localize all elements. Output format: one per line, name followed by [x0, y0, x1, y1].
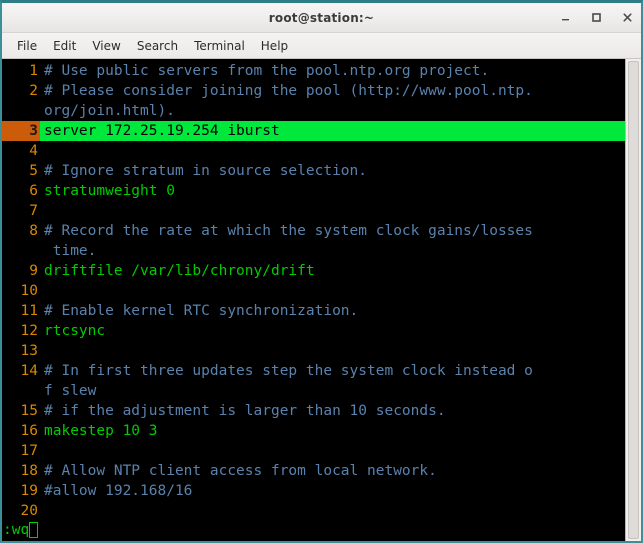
line-text: # Please consider joining the pool (http… — [44, 83, 533, 99]
line-number: 6 — [29, 183, 38, 199]
editor-line[interactable]: f slew — [2, 381, 625, 401]
line-number: 5 — [29, 163, 38, 179]
line-text: rtcsync — [44, 323, 106, 339]
editor-line[interactable]: org/join.html). — [2, 101, 625, 121]
line-text: driftfile /var/lib/chrony/drift — [44, 263, 315, 279]
line-number: 14 — [20, 363, 38, 379]
line-number: 11 — [20, 303, 38, 319]
editor-line[interactable]: 2 # Please consider joining the pool (htt… — [2, 81, 625, 101]
menu-item-terminal[interactable]: Terminal — [186, 37, 253, 55]
line-number: 4 — [29, 143, 38, 159]
menu-item-help[interactable]: Help — [253, 37, 296, 55]
editor-line[interactable]: 16 makestep 10 3 — [2, 421, 625, 441]
line-text: # Allow NTP client access from local net… — [44, 463, 437, 479]
line-number: 9 — [29, 263, 38, 279]
line-text: org/join.html). — [44, 103, 175, 119]
line-number: 8 — [29, 223, 38, 239]
terminal-area: 1 # Use public servers from the pool.ntp.… — [2, 59, 641, 541]
line-text: server 172.25.19.254 iburst — [40, 121, 625, 141]
line-number: 19 — [20, 483, 38, 499]
editor-line[interactable]: 6 stratumweight 0 — [2, 181, 625, 201]
menu-item-file[interactable]: File — [9, 37, 45, 55]
line-text: makestep 10 3 — [44, 423, 158, 439]
menu-bar: File Edit View Search Terminal Help — [2, 33, 641, 59]
text-cursor — [29, 522, 39, 538]
line-text: # In first three updates step the system… — [44, 363, 533, 379]
editor-line[interactable]: 18 # Allow NTP client access from local n… — [2, 461, 625, 481]
line-number: 18 — [20, 463, 38, 479]
line-number: 12 — [20, 323, 38, 339]
line-text: # if the adjustment is larger than 10 se… — [44, 403, 446, 419]
line-text: f slew — [44, 383, 97, 399]
line-text: #allow 192.168/16 — [44, 483, 193, 499]
line-text: # Use public servers from the pool.ntp.o… — [44, 63, 490, 79]
terminal-window: root@station:~ File Edit View Search Ter… — [0, 0, 643, 543]
vim-editor-buffer[interactable]: 1 # Use public servers from the pool.ntp.… — [2, 59, 625, 541]
editor-line[interactable]: 13 — [2, 341, 625, 361]
line-text: # Record the rate at which the system cl… — [44, 223, 533, 239]
editor-line[interactable]: 17 — [2, 441, 625, 461]
window-title: root@station:~ — [268, 10, 375, 25]
editor-line[interactable]: time. — [2, 241, 625, 261]
title-bar: root@station:~ — [2, 3, 641, 33]
editor-line[interactable]: 3 server 172.25.19.254 iburst — [2, 121, 625, 141]
line-number: 7 — [29, 203, 38, 219]
editor-line[interactable]: 19 #allow 192.168/16 — [2, 481, 625, 501]
line-number: 13 — [20, 343, 38, 359]
line-number: 3 — [2, 121, 40, 141]
editor-line[interactable]: 5 # Ignore stratum in source selection. — [2, 161, 625, 181]
line-number: 2 — [29, 83, 38, 99]
vertical-scrollbar[interactable] — [625, 59, 641, 541]
close-icon[interactable] — [620, 10, 635, 25]
scrollbar-thumb[interactable] — [628, 61, 639, 539]
maximize-icon[interactable] — [589, 10, 604, 25]
editor-line[interactable]: 4 — [2, 141, 625, 161]
line-number: 1 — [29, 63, 38, 79]
editor-line[interactable]: 15 # if the adjustment is larger than 10 … — [2, 401, 625, 421]
line-text: stratumweight 0 — [44, 183, 175, 199]
editor-line[interactable]: 12 rtcsync — [2, 321, 625, 341]
line-number: 15 — [20, 403, 38, 419]
line-number: 16 — [20, 423, 38, 439]
line-number: 17 — [20, 443, 38, 459]
editor-line[interactable]: 20 — [2, 501, 625, 521]
minimize-icon[interactable] — [558, 10, 573, 25]
editor-line[interactable]: 7 — [2, 201, 625, 221]
editor-line[interactable]: 1 # Use public servers from the pool.ntp.… — [2, 61, 625, 81]
editor-line[interactable]: 9 driftfile /var/lib/chrony/drift — [2, 261, 625, 281]
menu-item-search[interactable]: Search — [129, 37, 186, 55]
editor-line[interactable]: 10 — [2, 281, 625, 301]
line-number: 10 — [20, 283, 38, 299]
vim-command-line[interactable]: :wq — [2, 519, 625, 541]
line-text: # Ignore stratum in source selection. — [44, 163, 368, 179]
vim-command-text: :wq — [3, 522, 30, 538]
editor-line[interactable]: 8 # Record the rate at which the system c… — [2, 221, 625, 241]
editor-line[interactable]: 11 # Enable kernel RTC synchronization. — [2, 301, 625, 321]
line-text: # Enable kernel RTC synchronization. — [44, 303, 359, 319]
window-controls — [558, 3, 635, 32]
line-number: 20 — [20, 503, 38, 519]
menu-item-edit[interactable]: Edit — [45, 37, 84, 55]
line-text: time. — [44, 243, 97, 259]
editor-line[interactable]: 14 # In first three updates step the syst… — [2, 361, 625, 381]
menu-item-view[interactable]: View — [84, 37, 128, 55]
